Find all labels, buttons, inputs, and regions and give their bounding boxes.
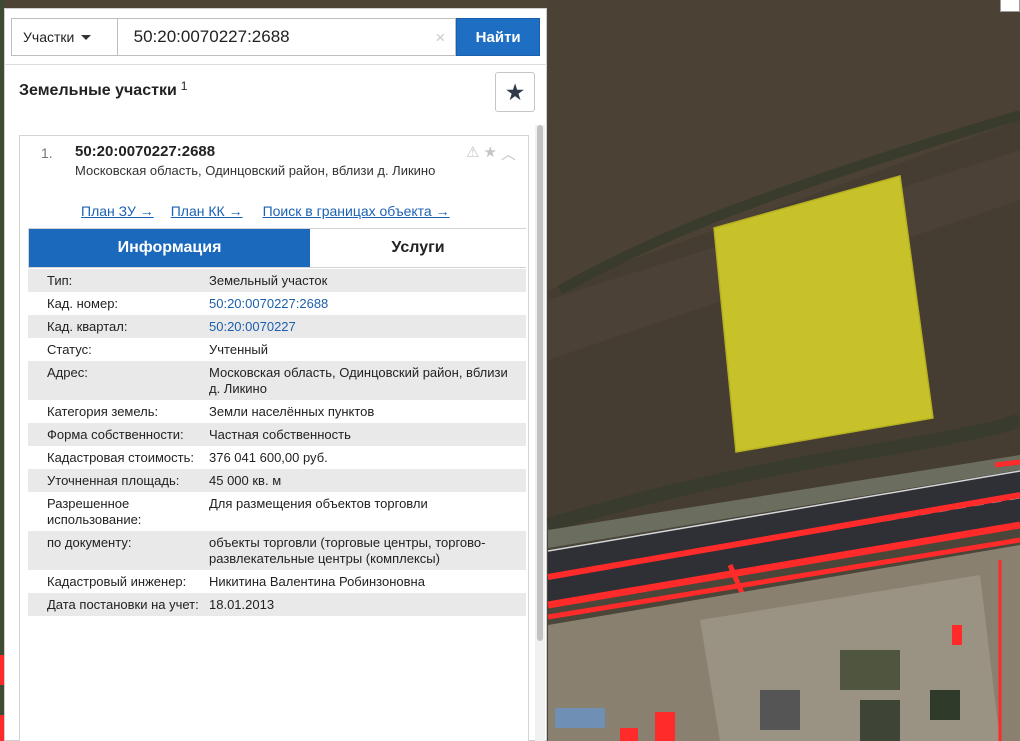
result-address: Московская область, Одинцовский район, в… [75,163,436,178]
result-card: 1. 50:20:0070227:2688 Московская область… [19,135,529,741]
plan-kk-link[interactable]: План КК → [171,203,243,219]
property-value-link[interactable]: 50:20:0070227:2688 [208,292,526,315]
star-icon: ★ [504,78,526,105]
property-row: Кадастровая стоимость: 376 041 600,00 ру… [28,446,526,469]
property-row: Кад. номер: 50:20:0070227:2688 [28,292,526,315]
property-row: Адрес: Московская область, Одинцовский р… [28,361,526,400]
search-in-bounds-link[interactable]: Поиск в границах объекта → [263,203,450,219]
clear-icon[interactable]: × [435,28,445,48]
property-value: Земли населённых пунктов [209,404,375,419]
property-value: Никитина Валентина Робинзоновна [209,574,425,589]
property-label: Разрешенное использование: [47,496,142,527]
find-button[interactable]: Найти [456,18,540,56]
property-label: Кад. номер: [47,296,119,311]
property-row: Тип: Земельный участок [28,269,526,292]
result-links: План ЗУ → План КК → Поиск в границах объ… [81,203,450,219]
search-input[interactable]: 50:20:0070227:2688 × [116,18,457,56]
property-value: объекты торговли (торговые центры, торго… [209,535,486,566]
property-label: Категория земель: [47,404,159,419]
property-value: 45 000 кв. м [209,473,282,488]
property-row: Дата постановки на учет: 18.01.2013 [28,593,526,616]
panel-header: Земельные участки 1 ★ [5,65,546,125]
results-panel: Земельные участки 1 ★ 1. 50:20:0070227:26… [4,64,547,741]
star-icon[interactable]: ★ [483,143,496,164]
property-label: Форма собственности: [47,427,184,442]
property-row: Кадастровый инженер: Никитина Валентина … [28,570,526,593]
property-label: Тип: [47,273,73,288]
results-count: 1 [180,79,188,93]
panel-title: Земельные участки 1 [19,79,187,100]
chevron-down-icon [81,34,92,40]
properties-table: Тип: Земельный участок Кад. номер: 50:20… [28,269,526,616]
search-type-select[interactable]: Участки [11,18,117,56]
result-actions: ⚠ ★ ︿ [466,143,516,164]
panel-title-text: Земельные участки [19,82,177,99]
property-label: по документу: [47,535,132,550]
property-label: Кадастровая стоимость: [47,450,194,465]
property-label: Кад. квартал: [47,319,128,334]
property-row: Категория земель: Земли населённых пункт… [28,400,526,423]
property-label: Статус: [47,342,92,357]
property-label: Адрес: [47,365,88,380]
property-row: по документу: объекты торговли (торговые… [28,531,526,570]
property-value: Для размещения объектов торговли [209,496,428,511]
result-cad-number[interactable]: 50:20:0070227:2688 [75,143,215,160]
result-tabs: Информация Услуги [28,228,526,268]
plan-zu-link[interactable]: План ЗУ → [81,203,154,219]
property-label: Уточненная площадь: [47,473,180,488]
property-label: Дата постановки на учет: [47,597,199,612]
chevron-up-icon[interactable]: ︿ [501,143,516,164]
property-row: Разрешенное использование: Для размещени… [28,492,526,531]
property-value-link[interactable]: 50:20:0070227 [208,315,526,338]
search-bar: Участки 50:20:0070227:2688 × Найти [4,8,547,64]
property-row: Статус: Учтенный [28,338,526,361]
search-type-label: Участки [23,29,75,45]
scrollbar-thumb[interactable] [537,125,543,641]
result-number: 1. [41,145,53,161]
property-value: 18.01.2013 [209,597,275,612]
property-label: Кадастровый инженер: [47,574,187,589]
property-value: 376 041 600,00 руб. [209,450,328,465]
property-value: Московская область, Одинцовский район, в… [209,365,508,396]
favorites-button[interactable]: ★ [495,72,535,112]
tab-information[interactable]: Информация [29,229,310,267]
property-row: Кад. квартал: 50:20:0070227 [28,315,526,338]
property-row: Форма собственности: Частная собственнос… [28,423,526,446]
tab-services[interactable]: Услуги [310,229,526,267]
scrollbar[interactable] [535,125,545,741]
search-query: 50:20:0070227:2688 [133,27,290,46]
property-value: Частная собственность [209,427,351,442]
property-row: Уточненная площадь: 45 000 кв. м [28,469,526,492]
warning-icon[interactable]: ⚠ [466,143,479,164]
map-corner-control[interactable] [1000,0,1020,12]
property-value: Земельный участок [209,273,328,288]
property-value: Учтенный [209,342,269,357]
